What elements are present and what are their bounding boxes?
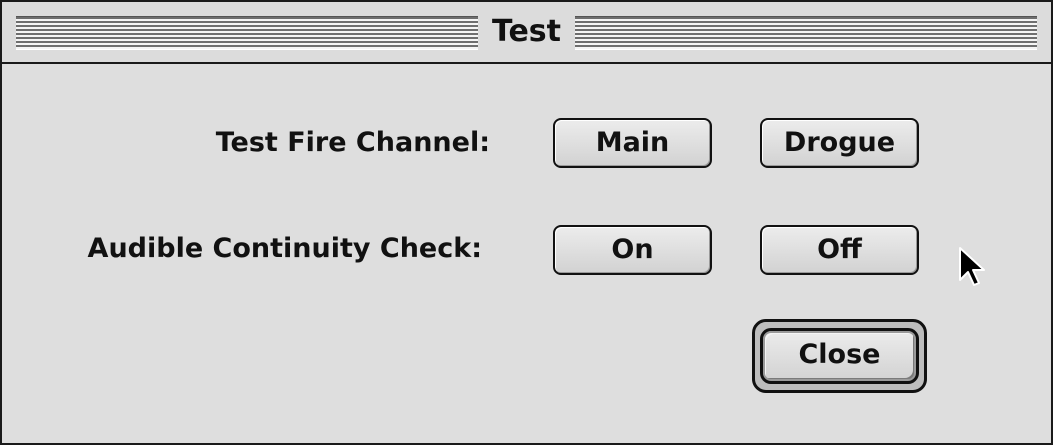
title-bar[interactable]: Test [2,2,1051,64]
main-button[interactable]: Main [553,118,712,168]
title-bar-stripes-right [575,16,1037,50]
dialog-content: Test Fire Channel: Main Drogue Audible C… [2,64,1051,443]
test-window: Test Test Fire Channel: Main Drogue Audi… [0,0,1053,445]
audible-continuity-check-label: Audible Continuity Check: [87,233,482,264]
close-button[interactable]: Close [760,328,919,384]
test-fire-channel-label: Test Fire Channel: [215,127,490,158]
drogue-button[interactable]: Drogue [760,118,919,168]
off-button[interactable]: Off [760,225,919,275]
arrow-cursor-icon [959,247,985,286]
title-bar-stripes-left [16,16,478,50]
on-button[interactable]: On [553,225,712,275]
window-title: Test [478,12,575,52]
